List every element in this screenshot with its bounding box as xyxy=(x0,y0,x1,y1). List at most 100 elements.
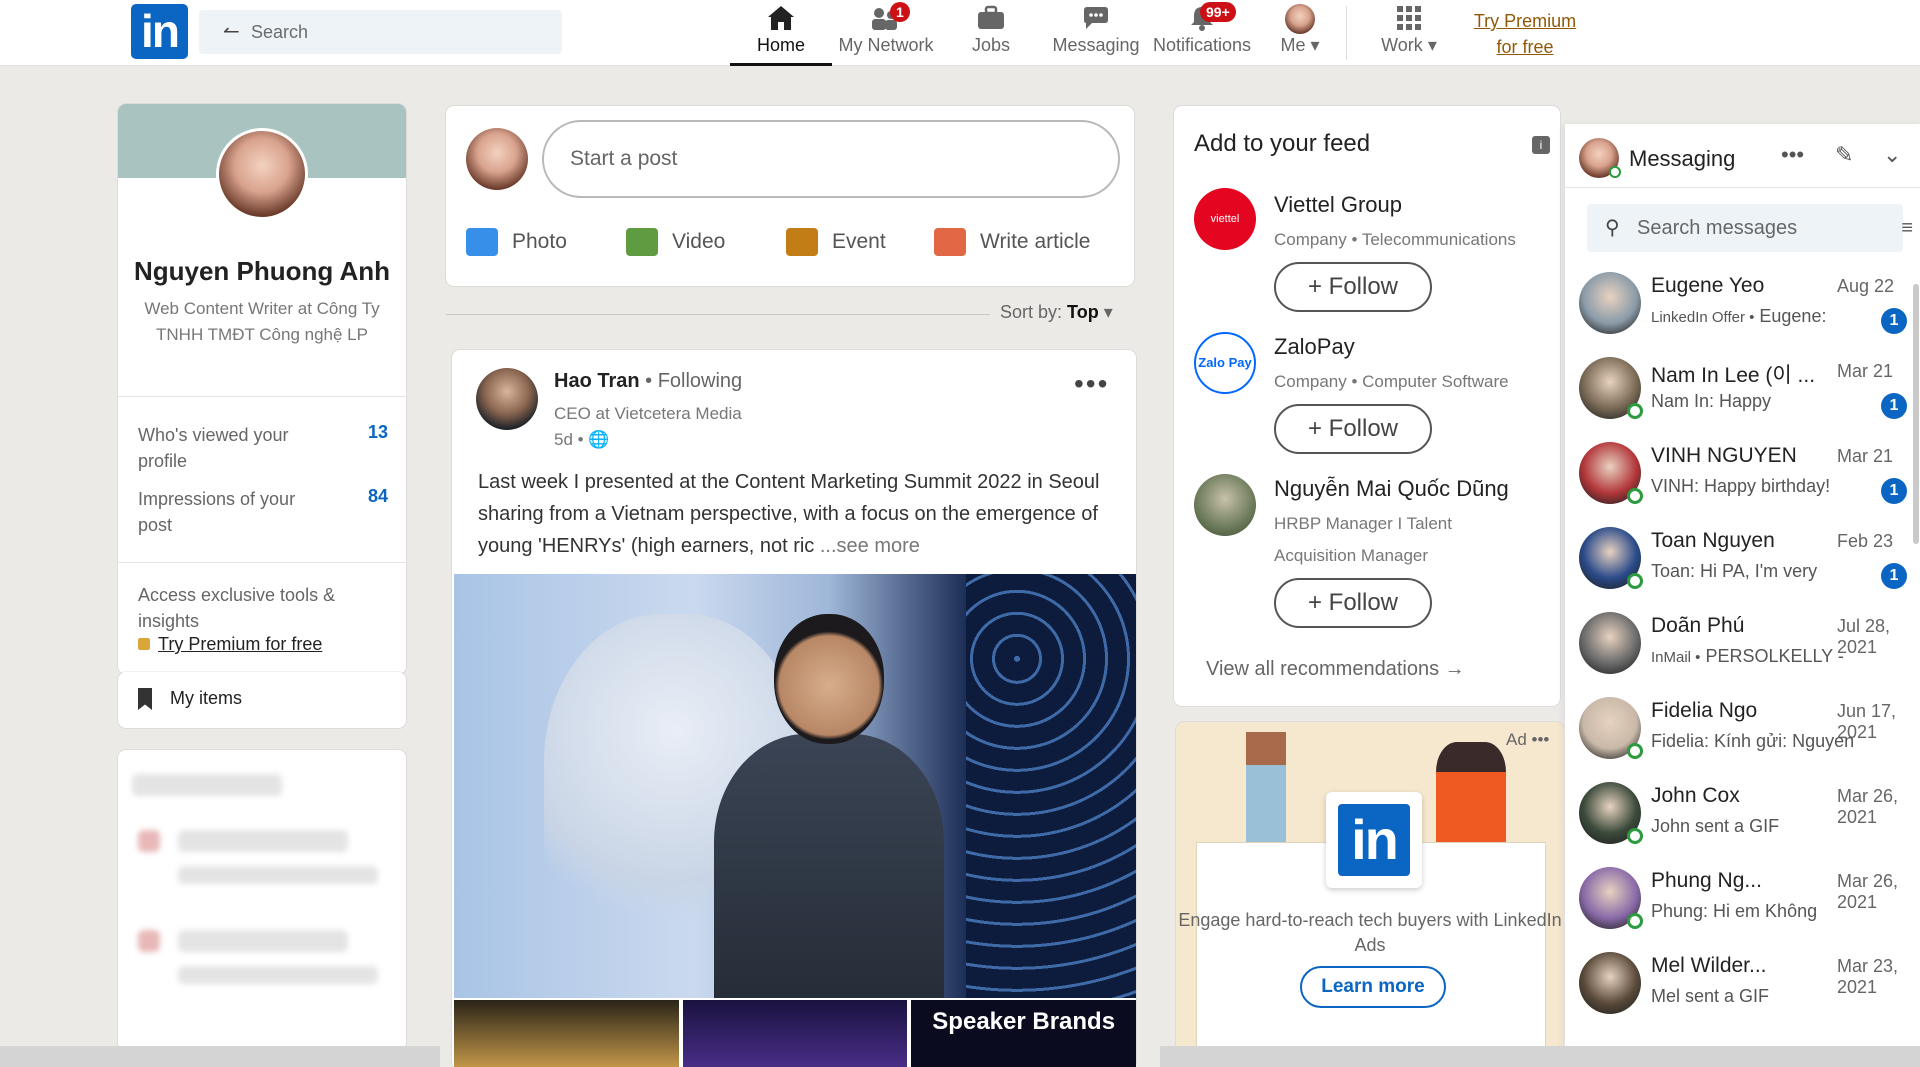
video-label: Video xyxy=(672,230,726,253)
more-options-icon[interactable]: ••• xyxy=(1074,368,1109,400)
try-premium-link[interactable]: Try Premium for free xyxy=(1470,8,1580,60)
network-badge: 1 xyxy=(890,2,910,22)
conversation-name: Toan Nguyen xyxy=(1651,529,1775,552)
conversation-item[interactable]: Mel Wilder... Mar 23, 2021 Mel sent a GIF xyxy=(1565,944,1920,1030)
nav-messaging[interactable]: Messaging xyxy=(1044,0,1148,66)
nav-divider xyxy=(1346,6,1347,60)
conversation-date: Mar 21 xyxy=(1837,446,1894,466)
premium-line-1: Try Premium xyxy=(1473,11,1577,31)
profile-card: Nguyen Phuong Anh Web Content Writer at … xyxy=(118,104,406,677)
search-input[interactable]: ↼ Search xyxy=(199,10,562,54)
ad-text: Engage hard-to-reach tech buyers with Li… xyxy=(1178,910,1562,955)
event-button[interactable]: Event xyxy=(786,228,886,256)
filter-icon[interactable]: ≡ xyxy=(1901,204,1913,252)
follow-button[interactable]: + Follow xyxy=(1274,578,1432,628)
photo-button[interactable]: Photo xyxy=(466,228,567,256)
stat-post-impressions[interactable]: Impressions of your post 84 xyxy=(138,486,388,538)
conversation-preview: Eugene: xyxy=(1759,306,1827,326)
nav-work[interactable]: Work ▾ xyxy=(1364,0,1454,66)
nav-notifications[interactable]: 99+ Notifications xyxy=(1148,0,1256,66)
info-icon[interactable]: i xyxy=(1532,136,1550,154)
online-status-icon xyxy=(1627,488,1643,504)
start-post-input[interactable]: Start a post xyxy=(542,120,1120,198)
author-avatar[interactable] xyxy=(476,368,538,430)
profile-name[interactable]: Nguyen Phuong Anh xyxy=(118,256,406,287)
globe-icon: 🌐 xyxy=(588,430,610,449)
nav-work-label: Work xyxy=(1381,35,1423,55)
nav-my-network[interactable]: 1 My Network xyxy=(832,0,940,66)
more-options-icon[interactable]: ••• xyxy=(1532,730,1550,749)
person-avatar[interactable] xyxy=(1194,474,1256,536)
conversation-name: VINH NGUYEN xyxy=(1651,444,1797,467)
online-status-icon xyxy=(1627,743,1643,759)
feed-item-name[interactable]: Nguyễn Mai Quốc Dũng xyxy=(1274,476,1509,502)
chevron-down-icon: ▾ xyxy=(1310,35,1320,55)
conversation-item[interactable]: Nam In Lee (이 ... Mar 21 Nam In: Happy 1 xyxy=(1565,349,1920,435)
stat-value: 84 xyxy=(367,486,388,506)
thumbnail-2[interactable] xyxy=(682,1000,908,1067)
zalopay-logo[interactable]: Zalo Pay xyxy=(1194,332,1256,394)
add-to-feed-card: Add to your feed i viettel Viettel Group… xyxy=(1174,106,1560,706)
post-image[interactable] xyxy=(454,574,1136,998)
online-status-icon xyxy=(1627,403,1643,419)
conversation-date: Mar 21 xyxy=(1837,361,1894,381)
stat-label: Who's viewed your profile xyxy=(138,425,289,471)
my-items-card[interactable]: My items xyxy=(118,672,406,728)
author-name[interactable]: Hao Tran xyxy=(554,370,640,392)
video-button[interactable]: Video xyxy=(626,228,725,256)
conversation-item[interactable]: Eugene Yeo Aug 22 LinkedIn Offer • Eugene:… xyxy=(1565,264,1920,350)
conversation-name: Doãn Phú xyxy=(1651,614,1745,637)
event-icon xyxy=(786,228,818,256)
premium-icon xyxy=(138,638,150,650)
conversation-name: Eugene Yeo xyxy=(1651,274,1765,297)
write-article-button[interactable]: Write article xyxy=(934,228,1090,256)
feed-item-name[interactable]: Viettel Group xyxy=(1274,192,1402,218)
stat-profile-views[interactable]: Who's viewed your profile 13 xyxy=(138,422,388,474)
nav-me-label: Me xyxy=(1280,35,1306,55)
conversation-item[interactable]: Phung Ng... Mar 26, 2021 Phung: Hi em Khô… xyxy=(1565,859,1920,945)
sort-dropdown[interactable]: Sort by: Top ▾ xyxy=(1000,302,1113,323)
premium-promo-link[interactable]: Try Premium for free xyxy=(138,634,322,655)
thumbnail-1[interactable] xyxy=(454,1000,679,1067)
nav-home[interactable]: Home xyxy=(730,0,832,66)
compose-icon[interactable]: ✎ xyxy=(1835,142,1853,168)
message-search-placeholder: Search messages xyxy=(1637,217,1798,239)
search-placeholder: Search xyxy=(251,22,309,42)
follow-button[interactable]: + Follow xyxy=(1274,262,1432,312)
follow-button[interactable]: + Follow xyxy=(1274,404,1432,454)
briefcase-icon xyxy=(956,4,1026,34)
see-more-link[interactable]: ...see more xyxy=(820,535,920,557)
more-options-icon[interactable]: ••• xyxy=(1781,142,1804,168)
sort-value: Top xyxy=(1067,302,1099,322)
conversation-avatar xyxy=(1579,952,1641,1014)
conversation-avatar xyxy=(1579,612,1641,674)
post-image-thumbnails: Speaker Brands xyxy=(454,1000,1137,1067)
chevron-down-icon: ▾ xyxy=(1103,302,1113,322)
video-icon xyxy=(626,228,658,256)
message-search-input[interactable]: ⚲ Search messages ≡ xyxy=(1587,204,1913,252)
conversation-item[interactable]: VINH NGUYEN Mar 21 VINH: Happy birthday! 1 xyxy=(1565,434,1920,520)
chat-icon xyxy=(1044,4,1148,34)
thumbnail-3[interactable]: Speaker Brands xyxy=(911,1000,1137,1067)
nav-jobs[interactable]: Jobs xyxy=(956,0,1026,66)
premium-line-2: for free xyxy=(1496,37,1554,57)
conversation-item[interactable]: Toan Nguyen Feb 23 Toan: Hi PA, I'm very 1 xyxy=(1565,519,1920,605)
conversation-name: Fidelia Ngo xyxy=(1651,699,1758,722)
nav-me[interactable]: Me ▾ xyxy=(1270,0,1330,66)
feed-item-sub: Company • Telecommunications xyxy=(1274,230,1516,249)
conversation-item[interactable]: Doãn Phú Jul 28, 2021 InMail • PERSOLKELLY… xyxy=(1565,604,1920,690)
photo-icon xyxy=(466,228,498,256)
conversation-item[interactable]: John Cox Mar 26, 2021 John sent a GIF xyxy=(1565,774,1920,860)
chevron-down-icon[interactable]: ⌄ xyxy=(1883,142,1901,168)
profile-avatar[interactable] xyxy=(216,128,308,220)
feed-item-name[interactable]: ZaloPay xyxy=(1274,334,1355,360)
viettel-logo[interactable]: viettel xyxy=(1194,188,1256,250)
learn-more-button[interactable]: Learn more xyxy=(1300,966,1446,1008)
search-icon: ⚲ xyxy=(1605,217,1620,239)
conversation-item[interactable]: Fidelia Ngo Jun 17, 2021 Fidelia: Kính gử… xyxy=(1565,689,1920,775)
conversation-preview: John sent a GIF xyxy=(1651,816,1780,836)
view-all-recommendations-link[interactable]: View all recommendations → xyxy=(1206,658,1465,681)
messaging-header[interactable]: Messaging ••• ✎ ⌄ xyxy=(1565,124,1920,188)
linkedin-logo[interactable]: in xyxy=(131,4,188,59)
pages-card-blurred xyxy=(118,750,406,1050)
